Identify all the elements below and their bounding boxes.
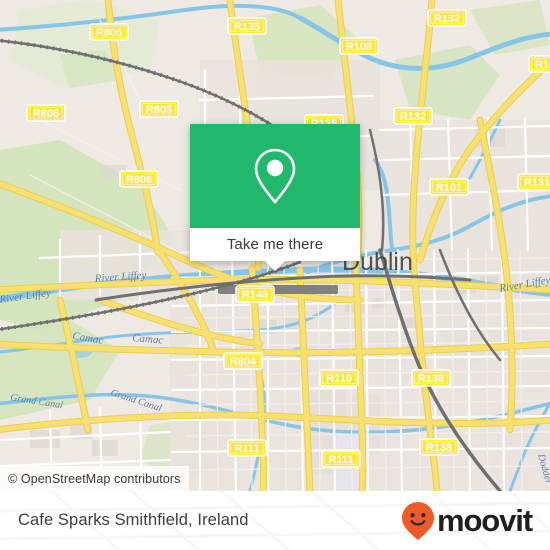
road-shield-label: R135 — [234, 21, 260, 33]
moovit-wordmark: moovit — [436, 503, 533, 538]
popup-pointer-tail — [265, 261, 285, 271]
road-shield-label: R138 — [426, 442, 452, 454]
road-shield-label: R111 — [234, 443, 259, 455]
moovit-smiley-pin-icon — [401, 501, 434, 540]
road-shield: R804 — [223, 352, 263, 370]
road-shield-label: R805 — [96, 27, 122, 39]
road-shield-label: R806 — [33, 108, 59, 120]
osm-attribution-text: © OpenStreetMap contributors — [8, 471, 181, 486]
road-shield: R132 — [427, 9, 467, 27]
road-shield: R131 — [517, 173, 550, 191]
road-shield-label: R110 — [326, 373, 352, 385]
road-shield: R806 — [26, 104, 66, 122]
road-shield-label: R148 — [242, 289, 268, 301]
road-shield: R108 — [339, 37, 379, 55]
road-shield: R138 — [411, 369, 451, 387]
road-shield-label: R132 — [434, 13, 460, 25]
map-pin-icon — [254, 148, 296, 205]
road-shield: R132 — [393, 107, 433, 125]
road-shield: R110 — [319, 369, 359, 387]
place-title: Cafe Sparks Smithfield, Ireland — [18, 511, 249, 529]
location-popup-card[interactable]: Take me there — [190, 124, 360, 271]
popup-action-bar[interactable]: Take me there — [190, 228, 360, 271]
map-viewport[interactable]: .green { fill:#cfe3b6; } .green2 { fill:… — [0, 0, 550, 491]
road-shield-label: R102 — [535, 59, 550, 71]
road-shield: R805 — [139, 100, 179, 118]
moovit-map-screenshot: .green { fill:#cfe3b6; } .green2 { fill:… — [0, 0, 550, 550]
road-shield-label: R108 — [346, 41, 372, 53]
road-shield: R148 — [235, 285, 275, 303]
road-shield-label: R111 — [328, 454, 353, 466]
road-shield: R138 — [419, 438, 459, 456]
road-shield-label: R101 — [436, 182, 462, 194]
road-shield-label: R138 — [418, 373, 444, 385]
road-shield: R111 — [227, 439, 267, 457]
moovit-brand-logo: moovit — [401, 501, 533, 541]
road-shield: R806 — [119, 170, 159, 188]
road-shield-label: R804 — [230, 356, 257, 368]
road-shield: R101 — [429, 178, 469, 196]
road-shield: R805 — [89, 23, 129, 41]
popup-header — [190, 124, 360, 228]
road-shield: R135 — [227, 17, 267, 35]
road-shield: R111 — [321, 450, 361, 468]
osm-attribution: © OpenStreetMap contributors — [0, 466, 189, 491]
road-shield: R102 — [528, 55, 550, 73]
road-shield-label: R131 — [524, 177, 550, 189]
road-shield-label: R806 — [126, 174, 152, 186]
road-shield-label: R805 — [146, 104, 172, 116]
bottom-info-bar: Cafe Sparks Smithfield, Ireland moovit — [0, 491, 550, 550]
take-me-there-label: Take me there — [226, 236, 324, 253]
road-shield-label: R132 — [400, 111, 426, 123]
